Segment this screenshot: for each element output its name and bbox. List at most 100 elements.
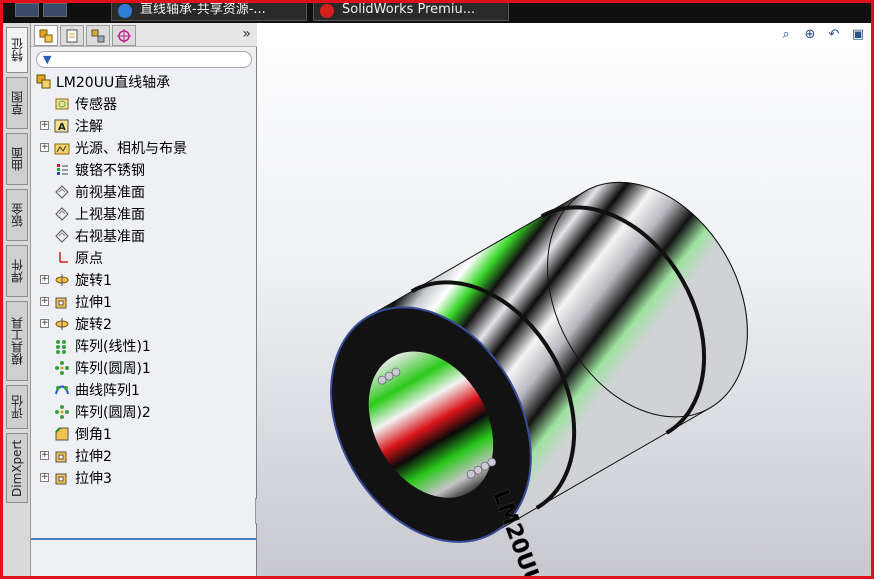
feature-tree-icon <box>39 29 53 42</box>
tree-root[interactable]: LM20UU直线轴承 <box>31 71 257 93</box>
tab-weldments[interactable]: 焊件 <box>6 245 28 297</box>
tree-item[interactable]: 前视基准面 <box>31 181 257 203</box>
curve-pattern-icon <box>54 382 70 398</box>
linear-pattern-icon <box>54 338 70 354</box>
extrude-icon <box>54 470 70 486</box>
tree-item[interactable]: 右视基准面 <box>31 225 257 247</box>
tree-item[interactable]: 阵列(圆周)1 <box>31 357 257 379</box>
tree-item-label: 光源、相机与布景 <box>75 141 187 157</box>
property-manager-tab[interactable] <box>60 25 84 46</box>
tree-item-label: 传感器 <box>75 97 117 113</box>
tree-item[interactable]: + 拉伸3 <box>31 467 257 489</box>
crosshair-icon <box>117 28 131 43</box>
expand-plus-icon[interactable]: + <box>40 451 49 460</box>
tree-item[interactable]: + 拉伸1 <box>31 291 257 313</box>
taskbar-browser-label: 直线轴承-共享资源-... <box>140 3 266 17</box>
configuration-manager-icon <box>91 29 105 42</box>
tree-item-label: 倒角1 <box>75 427 112 443</box>
expand-plus-icon[interactable]: + <box>40 319 49 328</box>
revolve-icon <box>54 272 70 288</box>
expand-plus-icon[interactable]: + <box>40 297 49 306</box>
filter-icon: ▼ <box>43 53 52 66</box>
zoom-to-area-icon[interactable]: ⊕ <box>801 25 819 43</box>
view-toolbar: ⌕ ⊕ ↶ ▣ <box>777 25 867 43</box>
tab-features[interactable]: 特征 <box>6 27 28 73</box>
previous-view-icon[interactable]: ↶ <box>825 25 843 43</box>
tree-item[interactable]: 倒角1 <box>31 423 257 445</box>
zoom-to-fit-icon[interactable]: ⌕ <box>777 25 795 43</box>
tree-item-label: 拉伸3 <box>75 471 112 487</box>
taskbar-app-icon[interactable] <box>43 3 67 17</box>
taskbar-solidworks-button[interactable]: SolidWorks Premiu... <box>313 3 509 21</box>
dimxpert-manager-tab[interactable] <box>112 25 136 46</box>
plane-icon <box>54 184 70 200</box>
taskbar-app-icon[interactable] <box>15 3 39 17</box>
tree-item[interactable]: 原点 <box>31 247 257 269</box>
tree-item-label: 原点 <box>75 251 103 267</box>
command-manager-tabs: 特征 草图 曲面 钣金 焊件 模具工具 评估 DimXpert <box>3 23 31 576</box>
tree-item[interactable]: + 旋转2 <box>31 313 257 335</box>
plane-icon <box>54 206 70 222</box>
tree-item-label: 曲线阵列1 <box>75 383 140 399</box>
extrude-icon <box>54 294 70 310</box>
tree-item[interactable]: + A 注解 <box>31 115 257 137</box>
taskbar-solidworks-label: SolidWorks Premiu... <box>342 3 476 17</box>
tab-dimxpert[interactable]: DimXpert <box>6 433 28 503</box>
tree-item-label: 拉伸2 <box>75 449 112 465</box>
circular-pattern-icon <box>54 404 70 420</box>
tree-filter-input[interactable]: ▼ <box>36 51 252 68</box>
tab-surfaces[interactable]: 曲面 <box>6 133 28 185</box>
tree-item-label: 前视基准面 <box>75 185 145 201</box>
taskbar: 直线轴承-共享资源-... SolidWorks Premiu... <box>3 3 871 23</box>
chamfer-icon <box>54 426 70 442</box>
tab-sketch[interactable]: 草图 <box>6 77 28 129</box>
section-view-icon[interactable]: ▣ <box>849 25 867 43</box>
tree-item-label: 上视基准面 <box>75 207 145 223</box>
expand-plus-icon[interactable]: + <box>40 121 49 130</box>
tree-item[interactable]: + 光源、相机与布景 <box>31 137 257 159</box>
plane-icon <box>54 228 70 244</box>
tree-item[interactable]: + 旋转1 <box>31 269 257 291</box>
tree-item-label: 镀铬不锈钢 <box>75 163 145 179</box>
tree-item[interactable]: 镀铬不锈钢 <box>31 159 257 181</box>
origin-icon <box>54 250 70 266</box>
tree-item-label: 拉伸1 <box>75 295 112 311</box>
lights-cameras-icon <box>54 140 70 156</box>
sensor-icon <box>54 96 70 112</box>
configuration-manager-tab[interactable] <box>86 25 110 46</box>
expand-plus-icon[interactable]: + <box>40 143 49 152</box>
material-icon <box>54 162 70 178</box>
property-manager-icon <box>66 29 78 42</box>
expand-plus-icon[interactable]: + <box>40 275 49 284</box>
rollback-bar[interactable] <box>31 538 257 540</box>
screen-frame: 直线轴承-共享资源-... SolidWorks Premiu... 特征 草图… <box>0 0 874 579</box>
tree-item[interactable]: 阵列(圆周)2 <box>31 401 257 423</box>
feature-manager-panel: » ▼ LM20UU直线轴承 传感器 + A 注解 + 光源、相机与布景 镀铬不锈钢前视基准… <box>31 23 261 576</box>
taskbar-browser-button[interactable]: 直线轴承-共享资源-... <box>111 3 307 21</box>
tree-item[interactable]: + 拉伸2 <box>31 445 257 467</box>
tab-mold-tools[interactable]: 模具工具 <box>6 301 28 381</box>
graphics-viewport[interactable]: ⌕ ⊕ ↶ ▣ LM20UU <box>257 23 871 576</box>
tree-item-label: 右视基准面 <box>75 229 145 245</box>
tab-sheet-metal[interactable]: 钣金 <box>6 189 28 241</box>
tab-evaluate[interactable]: 评估 <box>6 385 28 429</box>
tree-item[interactable]: 阵列(线性)1 <box>31 335 257 357</box>
tree-root-label: LM20UU直线轴承 <box>56 75 171 91</box>
solidworks-icon <box>320 4 334 18</box>
linear-bearing-model[interactable]: LM20UU <box>257 23 871 576</box>
more-tabs-chevron-icon[interactable]: » <box>242 26 251 42</box>
circular-pattern-icon <box>54 360 70 376</box>
browser-icon <box>118 4 132 18</box>
tree-item-label: 注解 <box>75 119 103 135</box>
revolve-icon <box>54 316 70 332</box>
tree-item[interactable]: 曲线阵列1 <box>31 379 257 401</box>
feature-manager-toolbar: » <box>31 23 257 47</box>
expand-plus-icon[interactable]: + <box>40 473 49 482</box>
tree-item[interactable]: 上视基准面 <box>31 203 257 225</box>
tree-item-label: 阵列(圆周)2 <box>75 405 151 421</box>
feature-tree-tab[interactable] <box>34 25 58 46</box>
svg-text:A: A <box>58 122 66 133</box>
tree-item-label: 阵列(线性)1 <box>75 339 151 355</box>
tree-item[interactable]: 传感器 <box>31 93 257 115</box>
part-icon <box>36 74 52 90</box>
